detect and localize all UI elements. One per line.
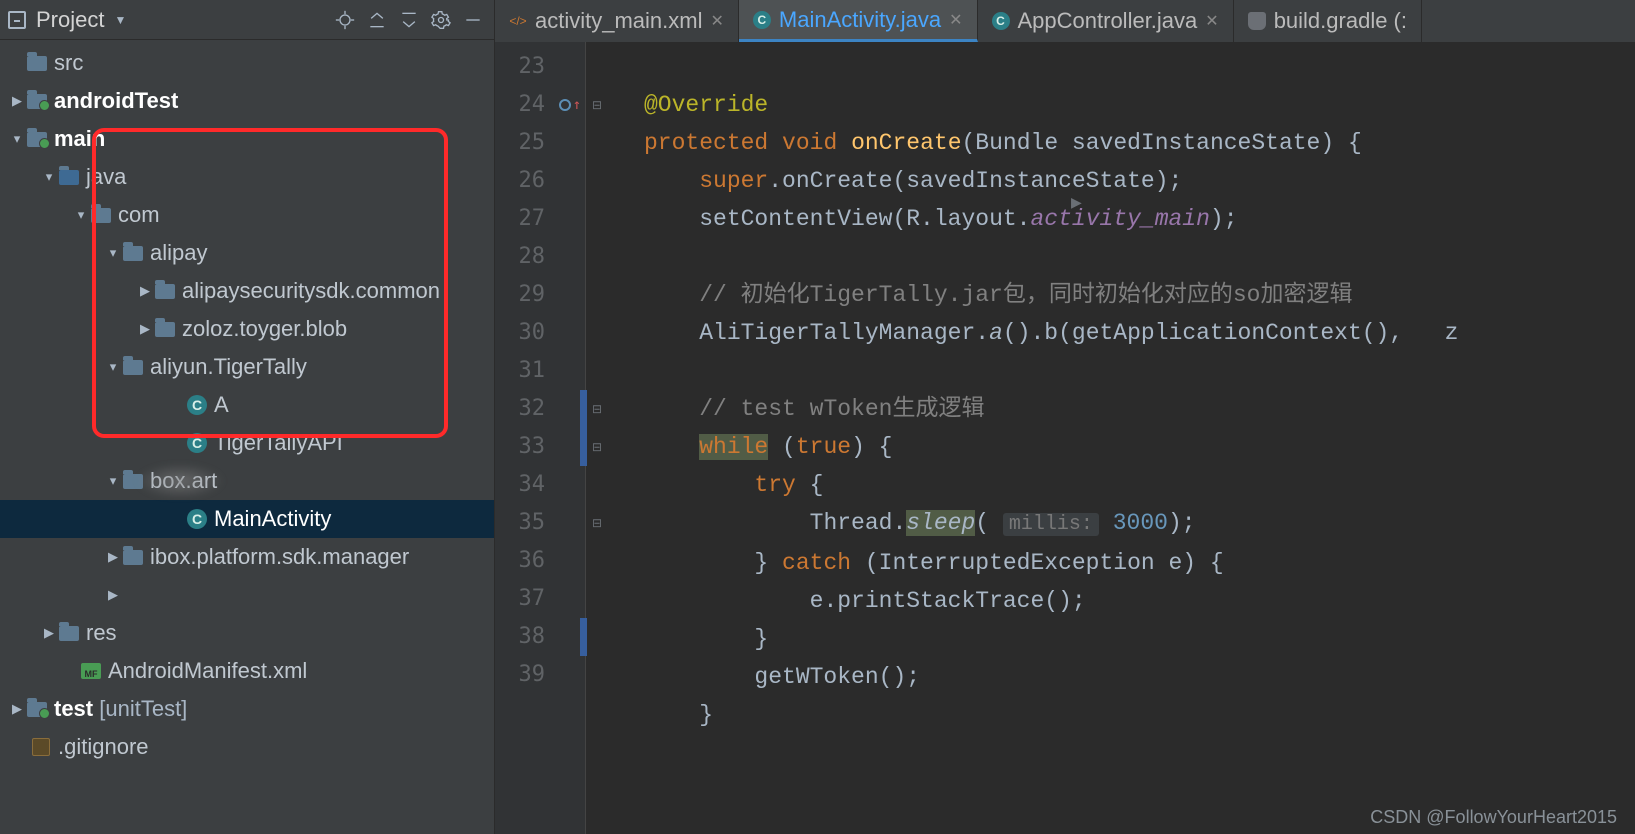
- change-marker: [580, 618, 587, 656]
- close-icon[interactable]: ✕: [949, 10, 962, 30]
- editor-main: </> activity_main.xml ✕ C MainActivity.j…: [495, 0, 1635, 834]
- class-icon: C: [187, 433, 207, 453]
- project-sidebar: Project ▼ src ▶androidTest ▾main ▾java ▾…: [0, 0, 495, 834]
- tab-label: AppController.java: [1018, 8, 1198, 34]
- change-marker: [580, 390, 587, 466]
- tree-node-androidtest[interactable]: ▶androidTest: [0, 82, 494, 120]
- gitignore-icon: [32, 738, 50, 756]
- folder-icon: [91, 208, 111, 223]
- tree-node-res[interactable]: ▶res: [0, 614, 494, 652]
- tree-node-ibox[interactable]: ▶ibox.platform.sdk.manager: [0, 538, 494, 576]
- class-icon: C: [187, 509, 207, 529]
- close-icon[interactable]: ✕: [1205, 11, 1218, 31]
- fold-gutter[interactable]: ⊟ ⊟ ⊟ ⊟: [586, 42, 608, 834]
- folder-test-icon: [27, 94, 47, 109]
- fold-icon[interactable]: ⊟: [592, 428, 602, 466]
- tab-mainactivity[interactable]: C MainActivity.java ✕: [739, 0, 978, 42]
- gutter-expand-icon[interactable]: ▶: [1071, 194, 1082, 211]
- folder-icon: [123, 474, 143, 489]
- tree-node-src[interactable]: src: [0, 44, 494, 82]
- gutter: 232425 262728 293031 323334 353637 3839 …: [495, 42, 586, 834]
- class-icon: C: [992, 12, 1010, 30]
- tab-label: activity_main.xml: [535, 8, 702, 34]
- tab-label: MainActivity.java: [779, 7, 941, 33]
- fold-icon[interactable]: ⊟: [592, 86, 602, 124]
- folder-icon: [155, 284, 175, 299]
- project-pane-icon: [8, 11, 26, 29]
- tab-build-gradle[interactable]: build.gradle (:: [1234, 0, 1422, 42]
- fold-icon[interactable]: ⊟: [592, 390, 602, 428]
- tab-label: build.gradle (:: [1274, 8, 1407, 34]
- class-icon: C: [187, 395, 207, 415]
- tree-node-aliyun[interactable]: ▾aliyun.TigerTally: [0, 348, 494, 386]
- locate-icon[interactable]: [332, 7, 358, 33]
- xml-icon: </>: [509, 12, 527, 30]
- manifest-icon: MF: [81, 663, 101, 679]
- folder-icon: [123, 360, 143, 375]
- tree-node-class-tigertallyapi[interactable]: CTigerTallyAPI: [0, 424, 494, 462]
- collapse-all-icon[interactable]: [396, 7, 422, 33]
- folder-icon: [123, 246, 143, 261]
- override-marker[interactable]: ↑: [555, 86, 585, 124]
- code-editor[interactable]: 232425 262728 293031 323334 353637 3839 …: [495, 42, 1635, 834]
- project-title[interactable]: Project: [36, 7, 104, 33]
- folder-java-icon: [59, 170, 79, 185]
- folder-icon: [59, 626, 79, 641]
- close-icon[interactable]: ✕: [710, 11, 723, 31]
- settings-gear-icon[interactable]: [428, 7, 454, 33]
- folder-icon: [123, 550, 143, 565]
- editor-tabs: </> activity_main.xml ✕ C MainActivity.j…: [495, 0, 1635, 42]
- folder-test-icon: [27, 702, 47, 717]
- fold-icon[interactable]: ⊟: [592, 504, 602, 542]
- tab-appcontroller[interactable]: C AppController.java ✕: [978, 0, 1234, 42]
- tree-node-java[interactable]: ▾java: [0, 158, 494, 196]
- tree-node-mainactivity[interactable]: CMainActivity: [0, 500, 494, 538]
- expand-all-icon[interactable]: [364, 7, 390, 33]
- ide-root: Project ▼ src ▶androidTest ▾main ▾java ▾…: [0, 0, 1635, 834]
- project-dropdown-icon[interactable]: ▼: [114, 13, 126, 27]
- tree-node-manifest[interactable]: MFAndroidManifest.xml: [0, 652, 494, 690]
- tree-node-class-a[interactable]: CA: [0, 386, 494, 424]
- tree-node-zoloz[interactable]: ▶zoloz.toyger.blob: [0, 310, 494, 348]
- tree-node-main[interactable]: ▾main: [0, 120, 494, 158]
- class-icon: C: [753, 11, 771, 29]
- line-numbers: 232425 262728 293031 323334 353637 3839: [495, 42, 555, 834]
- folder-icon: [155, 322, 175, 337]
- sidebar-header: Project ▼: [0, 0, 494, 40]
- code-content[interactable]: @Override protected void onCreate(Bundle…: [608, 42, 1635, 834]
- tree-node-alipay[interactable]: ▾alipay: [0, 234, 494, 272]
- tree-node-blank[interactable]: ▶: [0, 576, 494, 614]
- tree-node-boxart[interactable]: ▾box.art: [0, 462, 494, 500]
- hide-icon[interactable]: [460, 7, 486, 33]
- folder-src-icon: [27, 132, 47, 147]
- gradle-icon: [1248, 12, 1266, 30]
- tab-activity-main-xml[interactable]: </> activity_main.xml ✕: [495, 0, 739, 42]
- tree-node-test[interactable]: ▶test [unitTest]: [0, 690, 494, 728]
- tree-node-gitignore[interactable]: .gitignore: [0, 728, 494, 766]
- watermark: CSDN @FollowYourHeart2015: [1370, 807, 1617, 828]
- project-tree[interactable]: src ▶androidTest ▾main ▾java ▾com ▾alipa…: [0, 40, 494, 834]
- tree-node-com[interactable]: ▾com: [0, 196, 494, 234]
- tree-node-alipaysecuritysdk[interactable]: ▶alipaysecuritysdk.common: [0, 272, 494, 310]
